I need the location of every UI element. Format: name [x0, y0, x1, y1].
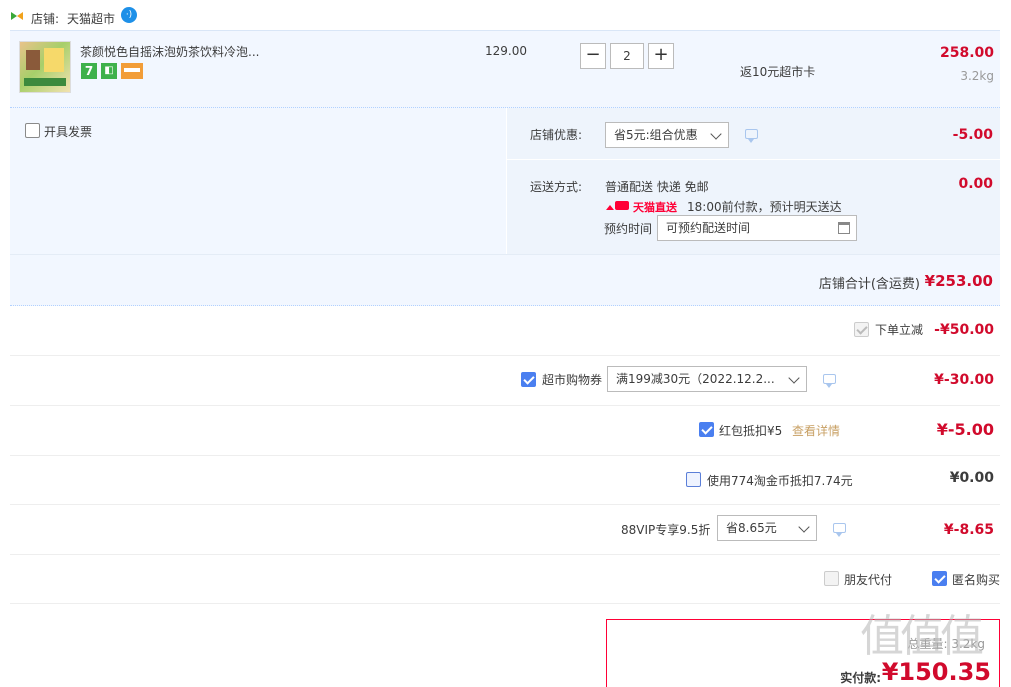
tao-coin-amount: ¥0.00 — [949, 470, 994, 486]
shop-total-row: 店铺合计(含运费) ¥253.00 — [10, 254, 1000, 306]
vip-row: 88VIP专享9.5折 省8.65元 ¥-8.65 — [10, 505, 1000, 555]
chevron-down-icon — [710, 128, 722, 140]
shop-discount-amount: -5.00 — [952, 127, 993, 143]
vip-amount: ¥-8.65 — [943, 522, 994, 538]
invoice-label[interactable]: 开具发票 — [44, 123, 92, 140]
quantity-plus-button[interactable]: + — [648, 43, 674, 69]
friend-pay-checkbox[interactable] — [824, 571, 839, 586]
order-discount-label: 下单立减 — [875, 323, 924, 337]
appointment-time-input[interactable]: 可预约配送时间 — [657, 215, 857, 241]
quantity-input[interactable]: 2 — [610, 43, 644, 69]
delivery-eta: 18:00前付款，预计明天送达 — [687, 200, 842, 214]
shipping-amount: 0.00 — [958, 176, 993, 192]
shop-options-panel: 开具发票 店铺优惠: 省5元:组合优惠 -5.00 运送方式: 普通配送 快递 … — [10, 108, 1000, 254]
friend-pay-label[interactable]: 朋友代付 — [844, 571, 892, 588]
badge-card-icon[interactable] — [121, 63, 143, 79]
shop-name-link[interactable]: 天猫超市 — [67, 10, 115, 27]
badge-guarantee-icon[interactable]: ◧ — [101, 63, 117, 79]
red-packet-amount: ¥-5.00 — [936, 420, 994, 439]
coupon-amount: ¥-30.00 — [934, 372, 994, 388]
shipping-method: 普通配送 快递 免邮 — [605, 180, 709, 194]
chevron-down-icon — [788, 372, 800, 384]
tao-coin-label[interactable]: 使用774淘金币抵扣7.74元 — [707, 472, 853, 489]
anonymous-label[interactable]: 匿名购买 — [952, 571, 1000, 588]
coupon-label[interactable]: 超市购物券 — [542, 371, 602, 388]
red-packet-label[interactable]: 红包抵扣¥5 — [719, 422, 782, 439]
tmall-direct-text: 天猫直送 — [633, 201, 677, 214]
coupon-row: 超市购物券 满199减30元（2022.12.2... ¥-30.00 — [10, 356, 1000, 406]
item-promo-text: 返10元超市卡 — [740, 65, 816, 79]
item-row: 茶颜悦色自摇沫泡奶茶饮料冷泡... 7 ◧ 129.00 − 2 + 返10元超… — [10, 30, 1000, 108]
invoice-checkbox[interactable] — [25, 123, 40, 138]
vip-label: 88VIP专享9.5折 — [621, 523, 711, 537]
quantity-minus-button[interactable]: − — [580, 43, 606, 69]
coupon-select[interactable]: 满199减30元（2022.12.2... — [607, 366, 807, 392]
shop-icon — [10, 10, 24, 20]
order-discount-row: 下单立减 -¥50.00 — [10, 306, 1000, 356]
shop-total-label: 店铺合计(含运费) — [818, 277, 920, 292]
item-weight: 3.2kg — [960, 69, 994, 83]
shop-label: 店铺: — [31, 12, 60, 26]
shop-discount-select[interactable]: 省5元:组合优惠 — [605, 122, 729, 148]
site-watermark: 值值值 — [860, 611, 984, 662]
red-packet-checkbox[interactable] — [699, 422, 714, 437]
tao-coin-row: 使用774淘金币抵扣7.74元 ¥0.00 — [10, 456, 1000, 505]
badge-7day-icon[interactable]: 7 — [81, 63, 97, 79]
red-packet-details-link[interactable]: 查看详情 — [792, 422, 840, 439]
shipping-label: 运送方式: — [530, 180, 583, 194]
order-discount-amount: -¥50.00 — [934, 322, 994, 338]
vip-comment-icon[interactable] — [833, 523, 846, 537]
tao-coin-checkbox[interactable] — [686, 472, 701, 487]
red-packet-row: 红包抵扣¥5 查看详情 ¥-5.00 — [10, 406, 1000, 456]
order-discount-checkbox[interactable] — [854, 322, 869, 337]
product-title-link[interactable]: 茶颜悦色自摇沫泡奶茶饮料冷泡... — [80, 43, 270, 60]
appointment-label: 预约时间 — [604, 222, 653, 236]
discount-comment-icon[interactable] — [745, 129, 758, 143]
calendar-icon[interactable] — [838, 222, 850, 234]
payment-options-row: 朋友代付 匿名购买 — [10, 555, 1000, 604]
pay-label: 实付款: — [840, 671, 881, 685]
chevron-down-icon — [798, 521, 810, 533]
vip-select[interactable]: 省8.65元 — [717, 515, 817, 541]
coupon-checkbox[interactable] — [521, 372, 536, 387]
product-thumbnail[interactable] — [19, 41, 71, 93]
item-total-price: 258.00 — [939, 45, 994, 61]
anonymous-checkbox[interactable] — [932, 571, 947, 586]
unit-price: 129.00 — [485, 44, 527, 58]
shop-discount-label: 店铺优惠: — [530, 128, 583, 142]
wangwang-chat-icon[interactable]: ·) — [121, 7, 137, 23]
shop-total-amount: ¥253.00 — [924, 272, 993, 290]
coupon-comment-icon[interactable] — [823, 374, 836, 388]
tmall-direct-icon — [606, 199, 630, 211]
